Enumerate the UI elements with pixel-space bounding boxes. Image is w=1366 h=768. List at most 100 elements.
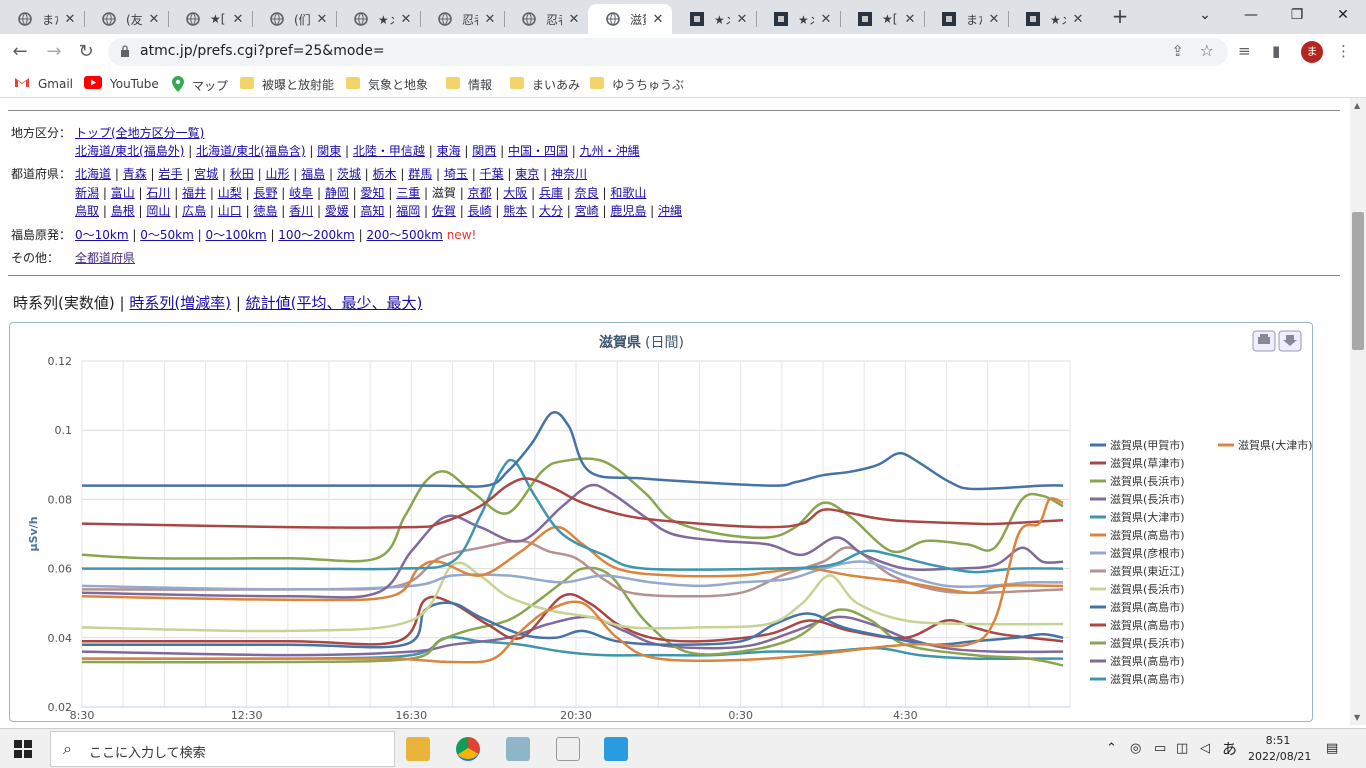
nav-link[interactable]: 山形 bbox=[265, 167, 289, 181]
windows-start-icon[interactable] bbox=[14, 740, 32, 758]
nav-link[interactable]: 福井 bbox=[182, 186, 206, 200]
legend-item[interactable]: 滋賀県(高島市) bbox=[1110, 618, 1185, 632]
tab-close-icon[interactable]: ✕ bbox=[734, 12, 750, 27]
nav-link[interactable]: 奈良 bbox=[575, 186, 599, 200]
legend-item[interactable]: 滋賀県(高島市) bbox=[1110, 654, 1185, 668]
nav-link[interactable]: 沖縄 bbox=[658, 204, 682, 218]
view-link-rate[interactable]: 時系列(増減率) bbox=[129, 294, 231, 312]
tab-close-icon[interactable]: ✕ bbox=[314, 12, 330, 27]
tab-close-icon[interactable]: ✕ bbox=[230, 12, 246, 27]
bookmark-item[interactable]: まいあみ bbox=[510, 76, 580, 93]
nav-link[interactable]: 長野 bbox=[253, 186, 277, 200]
nav-link[interactable]: 大阪 bbox=[503, 186, 527, 200]
tab-close-icon[interactable]: ✕ bbox=[146, 12, 162, 27]
nav-link[interactable]: 神奈川 bbox=[551, 167, 587, 181]
nav-link[interactable]: 愛知 bbox=[361, 186, 385, 200]
address-bar[interactable]: atmc.jp/prefs.cgi?pref=25&mode= ⇪ ☆ bbox=[108, 38, 1228, 66]
series-line[interactable] bbox=[81, 457, 1064, 563]
browser-tab[interactable]: 忍者 ✕ bbox=[504, 4, 588, 34]
nav-link[interactable]: 0〜10km bbox=[75, 228, 129, 242]
nav-link[interactable]: 群馬 bbox=[408, 167, 432, 181]
legend-item[interactable]: 滋賀県(彦根市) bbox=[1110, 546, 1185, 560]
legend-item[interactable]: 滋賀県(大津市) bbox=[1110, 510, 1185, 524]
nav-link[interactable]: 新潟 bbox=[75, 186, 99, 200]
nav-link[interactable]: 秋田 bbox=[230, 167, 254, 181]
nav-link[interactable]: 静岡 bbox=[325, 186, 349, 200]
nav-link[interactable]: 北陸・甲信越 bbox=[353, 144, 425, 158]
nav-link[interactable]: 岐阜 bbox=[289, 186, 313, 200]
legend-item[interactable]: 滋賀県(草津市) bbox=[1110, 456, 1185, 470]
app-icon[interactable] bbox=[604, 737, 628, 761]
nav-link[interactable]: 三重 bbox=[396, 186, 420, 200]
side-panel-icon[interactable]: ▮ bbox=[1272, 42, 1280, 60]
tab-close-icon[interactable]: ✕ bbox=[566, 12, 582, 27]
nav-link[interactable]: 鹿児島 bbox=[610, 204, 646, 218]
view-link-stats[interactable]: 統計値(平均、最少、最大) bbox=[246, 294, 423, 312]
tab-close-icon[interactable]: ✕ bbox=[818, 12, 834, 27]
nav-link[interactable]: 京都 bbox=[468, 186, 492, 200]
legend-item[interactable]: 滋賀県(東近江) bbox=[1110, 565, 1185, 578]
browser-tab[interactable]: ★メ ✕ bbox=[1008, 4, 1092, 34]
browser-tab[interactable]: (友 ✕ bbox=[84, 4, 168, 34]
tab-search-icon[interactable]: ⌄ bbox=[1182, 2, 1228, 28]
legend-item[interactable]: 滋賀県(高島市) bbox=[1110, 600, 1185, 614]
nav-link[interactable]: 香川 bbox=[289, 204, 313, 218]
browser-tab[interactable]: ★[✕ bbox=[168, 4, 252, 34]
nav-link[interactable]: 東京 bbox=[515, 167, 539, 181]
battery-icon[interactable]: ▭ bbox=[1154, 741, 1166, 756]
nav-link[interactable]: トップ(全地方区分一覧) bbox=[75, 126, 204, 140]
nav-link[interactable]: 富山 bbox=[111, 186, 135, 200]
tab-close-icon[interactable]: ✕ bbox=[398, 12, 414, 27]
bookmark-item[interactable]: 情報 bbox=[446, 76, 492, 93]
nav-link[interactable]: 佐賀 bbox=[432, 204, 456, 218]
nav-link[interactable]: 大分 bbox=[539, 204, 563, 218]
bookmark-star-icon[interactable]: ☆ bbox=[1200, 41, 1214, 60]
nav-link[interactable]: 愛媛 bbox=[325, 204, 349, 218]
nav-link[interactable]: 宮城 bbox=[194, 167, 218, 181]
nav-link[interactable]: 埼玉 bbox=[444, 167, 468, 181]
nav-link[interactable]: 0〜100km bbox=[205, 228, 266, 242]
back-icon[interactable]: ← bbox=[8, 40, 32, 64]
bookmark-item[interactable]: 気象と地象 bbox=[346, 76, 428, 93]
nav-link[interactable]: 北海道/東北(福島外) bbox=[75, 144, 184, 158]
new-tab-button[interactable]: + bbox=[1108, 4, 1132, 30]
scroll-down-arrow-icon[interactable]: ▼ bbox=[1354, 713, 1360, 722]
tab-close-icon[interactable]: ✕ bbox=[902, 12, 918, 27]
bookmark-item[interactable]: マップ bbox=[172, 76, 228, 95]
bookmark-item[interactable]: YouTube bbox=[84, 76, 159, 92]
legend-item[interactable]: 滋賀県(大津市) bbox=[1238, 438, 1313, 452]
nav-link[interactable]: 宮崎 bbox=[575, 204, 599, 218]
browser-tab[interactable]: 忍者 ✕ bbox=[420, 4, 504, 34]
nav-link[interactable]: 北海道/東北(福島含) bbox=[196, 144, 305, 158]
nav-link[interactable]: 広島 bbox=[182, 204, 206, 218]
browser-tab[interactable]: (们 ✕ bbox=[252, 4, 336, 34]
tab-close-icon[interactable]: ✕ bbox=[650, 12, 666, 27]
notification-icon[interactable]: ▤ bbox=[1326, 741, 1338, 756]
nav-link[interactable]: 茨城 bbox=[337, 167, 361, 181]
reload-icon[interactable]: ↻ bbox=[74, 40, 98, 64]
close-window-button[interactable]: ✕ bbox=[1320, 2, 1366, 28]
nav-link[interactable]: 熊本 bbox=[503, 204, 527, 218]
nav-link[interactable]: 高知 bbox=[361, 204, 385, 218]
tab-close-icon[interactable]: ✕ bbox=[1070, 12, 1086, 27]
nav-link[interactable]: 長崎 bbox=[468, 204, 492, 218]
nav-link[interactable]: 和歌山 bbox=[610, 186, 646, 200]
nav-link[interactable]: 福島 bbox=[301, 167, 325, 181]
app-icon[interactable] bbox=[556, 737, 580, 761]
nav-link[interactable]: 徳島 bbox=[253, 204, 277, 218]
nav-link[interactable]: 栃木 bbox=[373, 167, 397, 181]
browser-tab[interactable]: また ✕ bbox=[0, 4, 84, 34]
nav-link[interactable]: 東海 bbox=[437, 144, 461, 158]
tray-chevron-icon[interactable]: ⌃ bbox=[1106, 741, 1117, 756]
reading-list-icon[interactable]: ≡ bbox=[1238, 42, 1251, 60]
nav-link[interactable]: 石川 bbox=[146, 186, 170, 200]
profile-avatar[interactable]: ま bbox=[1301, 41, 1323, 63]
nav-link[interactable]: 島根 bbox=[111, 204, 135, 218]
legend-item[interactable]: 滋賀県(長浜市) bbox=[1110, 474, 1185, 488]
legend-item[interactable]: 滋賀県(高島市) bbox=[1110, 528, 1185, 542]
legend-item[interactable]: 滋賀県(長浜市) bbox=[1110, 492, 1185, 506]
share-icon[interactable]: ⇪ bbox=[1171, 42, 1184, 60]
scroll-up-arrow-icon[interactable]: ▲ bbox=[1354, 101, 1360, 110]
tab-close-icon[interactable]: ✕ bbox=[986, 12, 1002, 27]
legend-item[interactable]: 滋賀県(高島市) bbox=[1110, 672, 1185, 686]
